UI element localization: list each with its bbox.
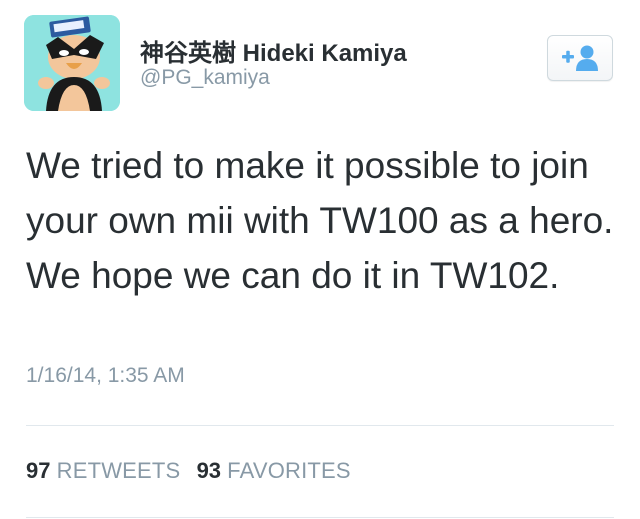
retweets-count: 97 bbox=[26, 458, 51, 483]
favorites-label: FAVORITES bbox=[227, 458, 351, 483]
tweet-text: We tried to make it possible to join you… bbox=[26, 145, 614, 296]
follow-button[interactable] bbox=[547, 35, 613, 81]
favorites-count: 93 bbox=[196, 458, 222, 483]
avatar[interactable] bbox=[24, 15, 120, 111]
divider bbox=[26, 517, 614, 518]
divider bbox=[26, 425, 614, 426]
favorites-stat[interactable]: 93 FAVORITES bbox=[197, 458, 351, 483]
add-user-icon bbox=[562, 45, 598, 71]
retweets-label: RETWEETS bbox=[56, 458, 181, 483]
user-handle[interactable]: @PG_kamiya bbox=[140, 66, 270, 90]
tweet-timestamp[interactable]: 1/16/14, 1:35 AM bbox=[26, 364, 185, 388]
tweet-stats: 97 RETWEETS 93 FAVORITES bbox=[26, 458, 351, 484]
display-name[interactable]: 神谷英樹 Hideki Kamiya bbox=[140, 33, 407, 68]
cartoon-avatar-icon bbox=[24, 15, 120, 111]
retweets-stat[interactable]: 97 RETWEETS bbox=[26, 458, 187, 483]
